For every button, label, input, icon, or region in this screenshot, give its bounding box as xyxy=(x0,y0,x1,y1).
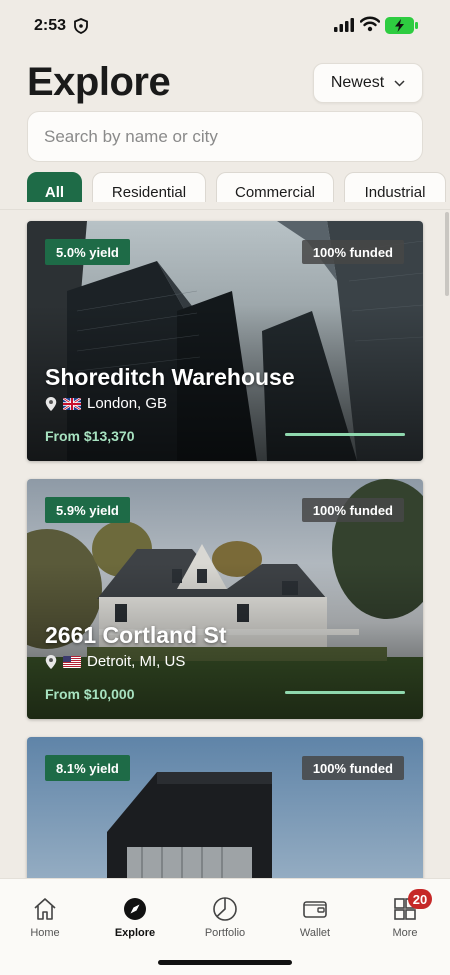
tab-more[interactable]: 20 More xyxy=(370,889,440,939)
funded-badge: 100% funded xyxy=(301,498,404,522)
divider xyxy=(0,209,450,210)
status-bar: 2:53 xyxy=(0,0,450,52)
battery-charging-icon xyxy=(385,17,418,34)
listing-price: From $10,000 xyxy=(45,686,135,702)
filter-chip-label: Commercial xyxy=(234,184,315,201)
filter-chip-residential[interactable]: Residential xyxy=(92,172,206,202)
filter-chip-label: Industrial xyxy=(364,184,426,201)
home-indicator[interactable] xyxy=(158,960,292,965)
notification-badge: 20 xyxy=(408,889,432,909)
signal-icon xyxy=(334,18,354,32)
status-time: 2:53 xyxy=(34,17,67,34)
listing-location: London, GB xyxy=(45,395,167,412)
tab-explore[interactable]: Explore xyxy=(100,895,170,939)
listing-price: From $13,370 xyxy=(45,428,135,444)
listing-card[interactable]: 5.0% yield 100% funded Shoreditch Wareho… xyxy=(27,221,423,461)
funding-progress xyxy=(285,433,405,436)
shield-icon xyxy=(74,18,88,34)
tab-label: Home xyxy=(30,927,60,939)
gb-flag-icon xyxy=(63,397,81,410)
filter-chip-label: All xyxy=(44,184,65,201)
listing-title: 2661 Cortland St xyxy=(45,622,227,648)
listing-card[interactable]: 5.9% yield 100% funded 2661 Cortland St … xyxy=(27,479,423,719)
sort-dropdown[interactable]: Newest xyxy=(313,63,423,103)
scrollbar[interactable] xyxy=(445,212,449,296)
funded-badge: 100% funded xyxy=(301,756,404,780)
listing-location: Detroit, MI, US xyxy=(45,653,185,670)
location-text: London, GB xyxy=(87,395,168,412)
filter-chip-commercial[interactable]: Commercial xyxy=(216,172,334,202)
pie-chart-icon xyxy=(211,895,239,923)
wifi-icon xyxy=(360,16,380,32)
yield-badge: 8.1% yield xyxy=(45,755,130,781)
tab-portfolio[interactable]: Portfolio xyxy=(190,895,260,939)
us-flag-icon xyxy=(63,655,81,668)
funding-progress-fill xyxy=(285,691,405,694)
chevron-down-icon xyxy=(394,79,405,87)
tab-label: Explore xyxy=(114,927,156,939)
filter-chips: All Residential Commercial Industrial xyxy=(27,172,450,202)
home-icon xyxy=(31,895,59,923)
search-input[interactable] xyxy=(27,111,423,162)
compass-icon xyxy=(121,895,149,923)
filter-chip-industrial[interactable]: Industrial xyxy=(344,172,446,202)
filter-chip-all[interactable]: All xyxy=(27,172,82,202)
funding-progress xyxy=(285,691,405,694)
tab-wallet[interactable]: Wallet xyxy=(280,895,350,939)
location-text: Detroit, MI, US xyxy=(87,653,186,670)
tab-label: Wallet xyxy=(299,927,331,939)
location-pin-icon xyxy=(45,654,57,669)
funding-progress-fill xyxy=(285,433,405,436)
location-pin-icon xyxy=(45,396,57,411)
sort-label: Newest xyxy=(330,74,385,91)
tab-label: More xyxy=(392,927,418,939)
funded-badge: 100% funded xyxy=(301,240,404,264)
yield-badge: 5.0% yield xyxy=(45,239,130,265)
yield-badge: 5.9% yield xyxy=(45,497,130,523)
page-title: Explore xyxy=(27,60,171,104)
tab-label: Portfolio xyxy=(204,927,246,939)
tab-home[interactable]: Home xyxy=(10,895,80,939)
listing-title: Shoreditch Warehouse xyxy=(45,364,295,390)
filter-chip-label: Residential xyxy=(111,184,187,201)
wallet-icon xyxy=(301,895,329,923)
